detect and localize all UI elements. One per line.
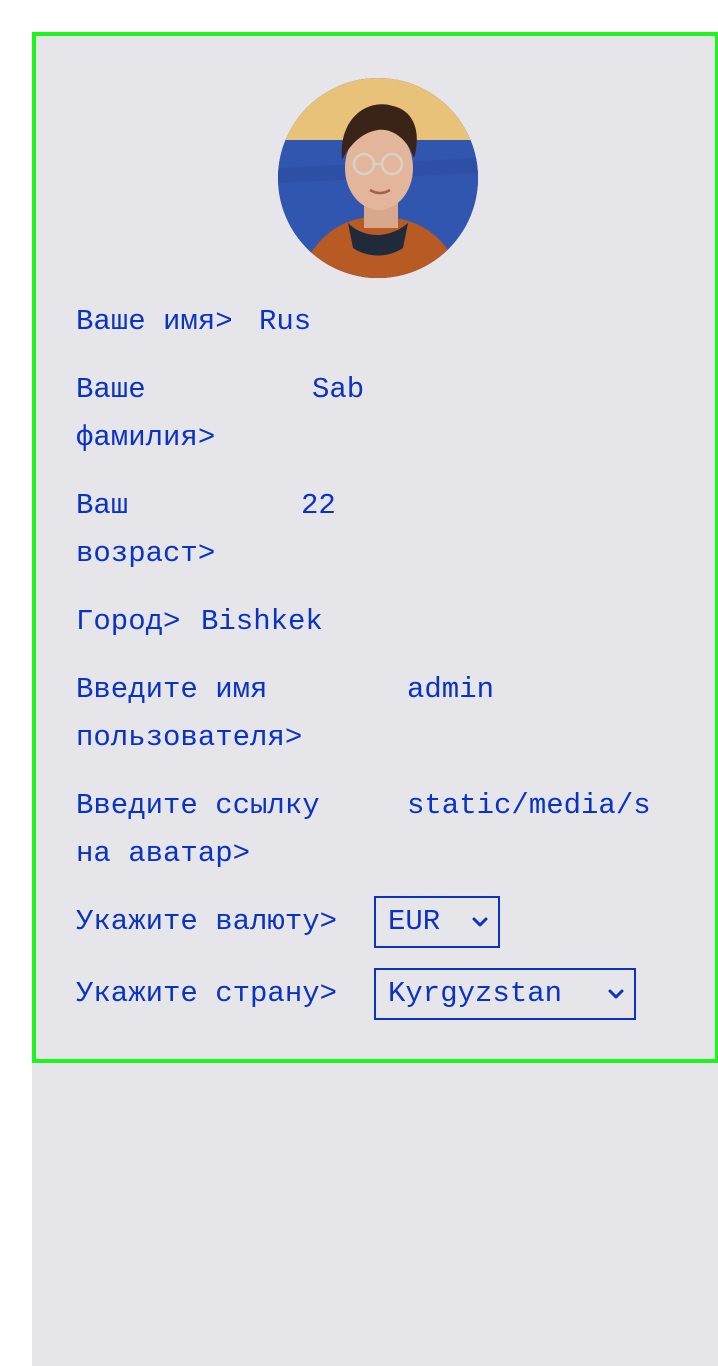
first-name-value[interactable]: Rus [259, 298, 311, 346]
avatar-link-value[interactable]: static/media/s [407, 782, 651, 830]
age-label-line2: возраст> [76, 537, 216, 570]
currency-select-value: EUR [388, 905, 441, 938]
city-value[interactable]: Bishkek [201, 598, 323, 646]
chevron-down-icon [608, 989, 624, 999]
last-name-label-line1: Ваше [76, 373, 146, 406]
profile-card: Ваше имя> Rus Ваше фамилия> Sab Ваш возр… [32, 32, 718, 1063]
avatar-link-label-line1: Введите ссылку [76, 789, 320, 822]
city-label: Город> [76, 605, 181, 638]
country-select[interactable]: Kyrgyzstan [374, 968, 636, 1020]
last-name-value[interactable]: Sab [312, 366, 364, 414]
first-name-label: Ваше имя> [76, 305, 233, 338]
avatar [278, 78, 478, 278]
chevron-down-icon [472, 917, 488, 927]
username-label-line2: пользователя> [76, 721, 303, 754]
currency-label: Укажите валюту> [76, 905, 338, 938]
age-value[interactable]: 22 [301, 482, 336, 530]
last-name-label-line2: фамилия> [76, 421, 216, 454]
avatar-image [278, 78, 478, 278]
username-value[interactable]: admin [407, 666, 494, 714]
age-label-line1: Ваш [76, 489, 129, 522]
page-background: Ваше имя> Rus Ваше фамилия> Sab Ваш возр… [32, 32, 718, 1366]
username-label-line1: Введите имя [76, 673, 268, 706]
country-select-value: Kyrgyzstan [388, 977, 563, 1010]
currency-select[interactable]: EUR [374, 896, 500, 948]
avatar-link-label-line2: на аватар> [76, 837, 251, 870]
country-label: Укажите страну> [76, 977, 338, 1010]
